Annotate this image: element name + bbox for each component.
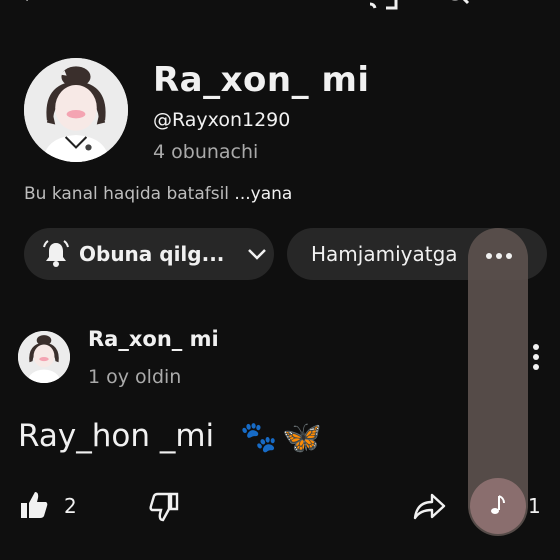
about-text: Bu kanal haqida batafsil bbox=[24, 184, 230, 204]
music-button[interactable] bbox=[470, 478, 526, 534]
butterfly-emoji: 🦋 bbox=[282, 418, 322, 456]
community-label: Hamjamiyatga bbox=[311, 242, 458, 266]
music-note-icon bbox=[491, 495, 505, 514]
bell-icon bbox=[43, 240, 69, 267]
channel-name: Ra_xon_ mi bbox=[153, 60, 370, 100]
subscribed-button[interactable]: Obuna qilg... bbox=[24, 228, 274, 280]
subscriber-count: 4 obunachi bbox=[153, 141, 259, 163]
channel-handle: @Rayxon1290 bbox=[153, 109, 291, 131]
about-more: ...yana bbox=[229, 184, 293, 204]
paws-emoji: 🐾 bbox=[240, 420, 278, 455]
post-timestamp: 1 oy oldin bbox=[88, 366, 182, 388]
post-text: Ray_hon _mi bbox=[18, 418, 215, 454]
like-count: 2 bbox=[64, 494, 77, 518]
channel-avatar[interactable] bbox=[24, 58, 128, 162]
post-author-avatar[interactable] bbox=[18, 331, 70, 383]
back-icon[interactable] bbox=[16, 0, 50, 12]
search-icon[interactable] bbox=[440, 0, 474, 12]
post-more-vert-icon[interactable] bbox=[530, 343, 542, 371]
comment-count: 1 bbox=[528, 494, 541, 518]
share-icon[interactable] bbox=[412, 490, 446, 522]
chevron-down-icon bbox=[248, 249, 267, 260]
cast-icon[interactable] bbox=[366, 0, 400, 12]
more-vert-icon[interactable] bbox=[510, 0, 544, 12]
like-icon[interactable] bbox=[18, 489, 50, 521]
channel-about-link[interactable]: Bu kanal haqida batafsil ...yana bbox=[24, 184, 292, 204]
more-horiz-icon[interactable] bbox=[484, 251, 514, 261]
dislike-icon[interactable] bbox=[148, 491, 180, 523]
subscribe-label: Obuna qilg... bbox=[79, 242, 225, 266]
post-author-name[interactable]: Ra_xon_ mi bbox=[88, 327, 219, 351]
